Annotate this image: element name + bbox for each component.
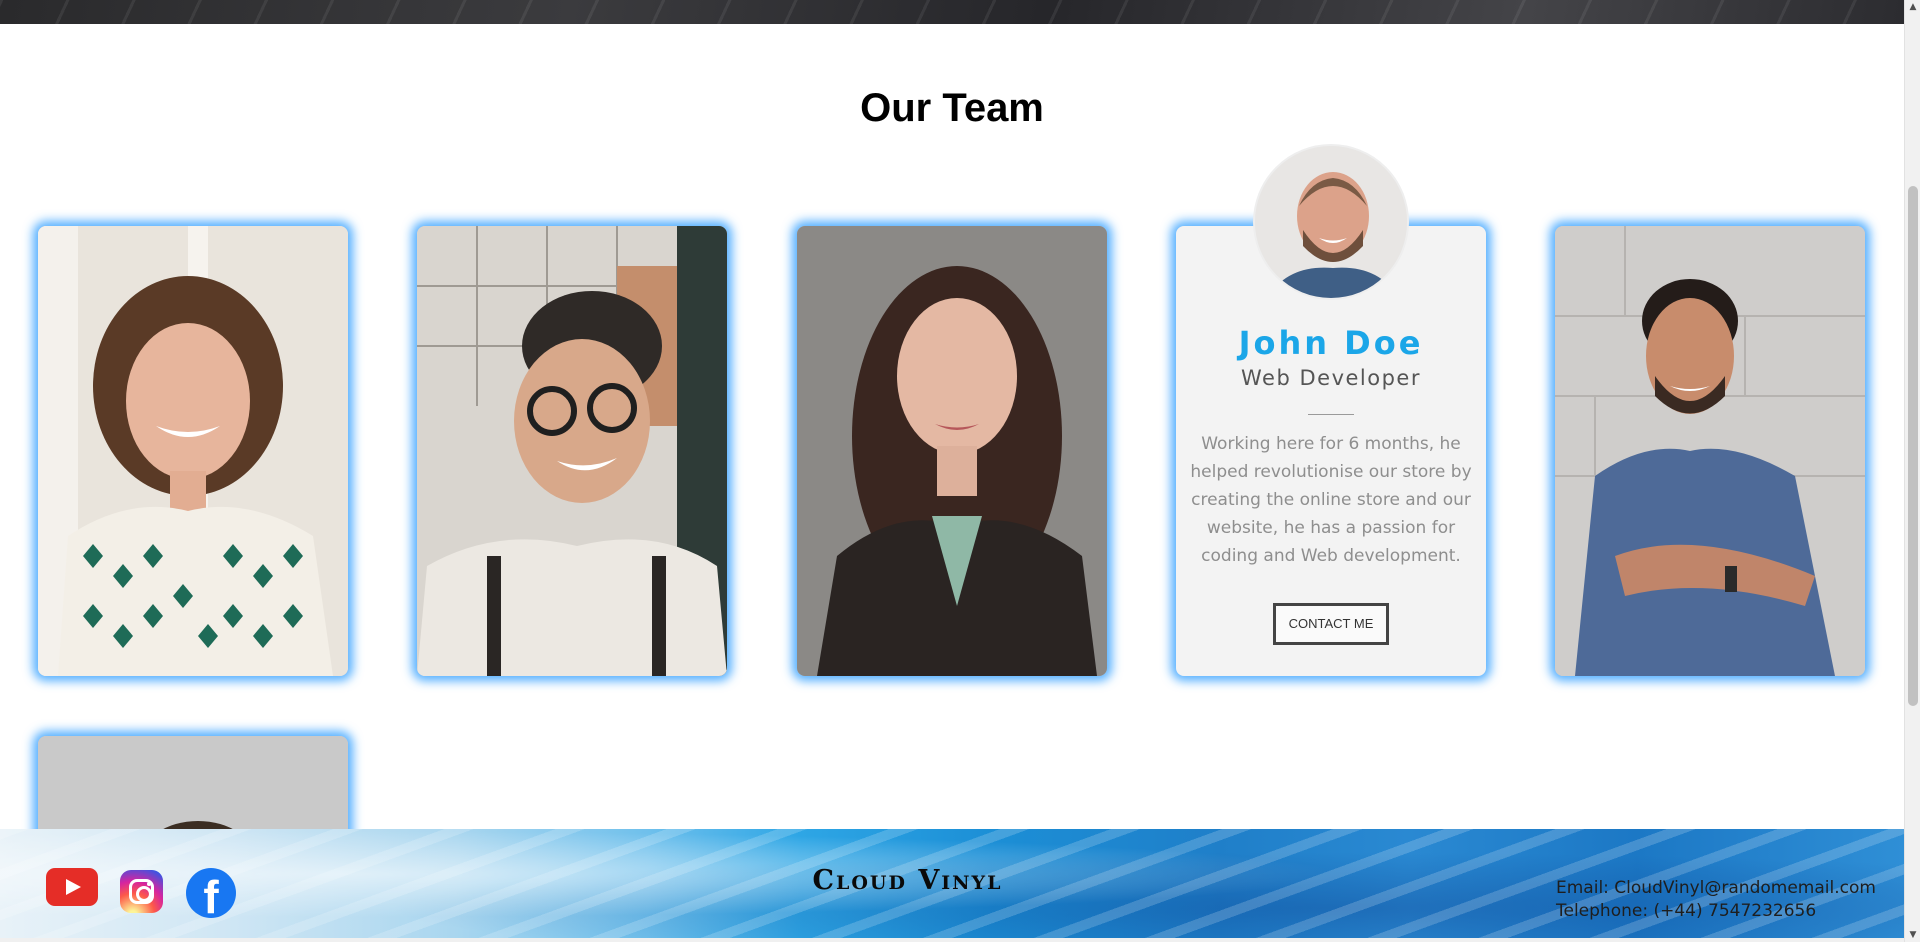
footer-brand: Cloud Vinyl (812, 865, 1003, 896)
member-description: Working here for 6 months, he helped rev… (1190, 434, 1472, 566)
hero-image-bottom (0, 0, 1904, 24)
team-card-3[interactable] (797, 226, 1107, 676)
footer-bottom-edge (0, 938, 1920, 942)
member-name: John Doe (1238, 324, 1424, 362)
contact-me-button[interactable]: CONTACT ME (1273, 603, 1389, 645)
scrollbar[interactable]: ▲ ▼ (1904, 0, 1920, 942)
team-card-5[interactable] (1555, 226, 1865, 676)
member-role: Web Developer (1241, 366, 1421, 390)
scroll-up-arrow-icon[interactable]: ▲ (1908, 2, 1918, 12)
avatar-photo (1255, 146, 1407, 298)
footer-email: Email: CloudVinyl@randomemail.com (1556, 878, 1876, 898)
footer-telephone: Telephone: (+44) 7547232656 (1556, 901, 1817, 921)
scroll-down-arrow-icon[interactable]: ▼ (1908, 930, 1918, 940)
footer: f Cloud Vinyl Email: CloudVinyl@randomem… (0, 829, 1904, 942)
scroll-thumb[interactable] (1908, 186, 1918, 706)
team-photo-2 (417, 226, 727, 676)
page: Our Team John Doe Web Developer Working … (0, 0, 1920, 942)
team-card-1[interactable] (38, 226, 348, 676)
footer-contact: Email: CloudVinyl@randomemail.com Teleph… (1556, 877, 1886, 923)
member-avatar (1253, 144, 1409, 300)
section-title: Our Team (860, 86, 1044, 130)
team-card-2[interactable] (417, 226, 727, 676)
team-photo-5 (1555, 226, 1865, 676)
team-photo-3 (797, 226, 1107, 676)
team-photo-1 (38, 226, 348, 676)
divider (1308, 414, 1354, 415)
